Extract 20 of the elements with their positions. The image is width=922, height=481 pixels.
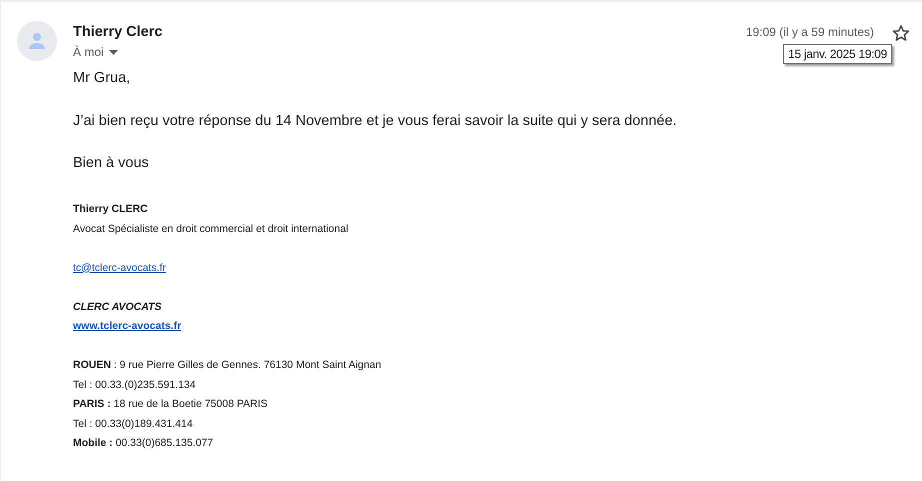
message-paragraph: J’ai bien reçu votre réponse du 14 Novembre et je vous ferai savoir la suite qui y sera donnée. xyxy=(73,112,678,130)
email-link[interactable]: tc@tclerc-avocats.fr xyxy=(73,258,166,278)
signature-line: ROUEN : 9 rue Pierre Gilles de Gennes. 76130 Mont Saint Aignan xyxy=(73,358,382,373)
signature-line: Mobile : 00.33(0)685.135.077 xyxy=(73,436,214,451)
website-link[interactable]: www.tclerc-avocats.fr xyxy=(73,317,182,336)
sender-name: Thierry Clerc xyxy=(73,24,162,40)
star-icon[interactable] xyxy=(892,24,910,42)
signature-line: Tel : 00.33(0)189.431.414 xyxy=(73,416,193,432)
date-tooltip: 15 janv. 2025 19:09 xyxy=(783,44,892,64)
signature-line: PARIS : 18 rue de la Boetie 75008 PARIS xyxy=(73,397,268,412)
dropdown-caret-icon[interactable] xyxy=(108,50,118,54)
signature-line: Tel : 00.33.(0)235.591.134 xyxy=(73,378,196,392)
signature-name: Thierry CLERC xyxy=(73,202,148,217)
message-paragraph: Mr Grua, xyxy=(73,69,132,88)
firm-name: CLERC AVOCATS xyxy=(73,300,162,314)
timestamp: 19:09 (il y a 59 minutes) xyxy=(746,25,874,39)
recipient-label: À moi xyxy=(73,45,104,59)
message-paragraph: Bien à vous xyxy=(73,154,150,173)
person-icon xyxy=(26,30,48,52)
signature-line: Avocat Spécialiste en droit commercial et droit international xyxy=(73,222,348,236)
